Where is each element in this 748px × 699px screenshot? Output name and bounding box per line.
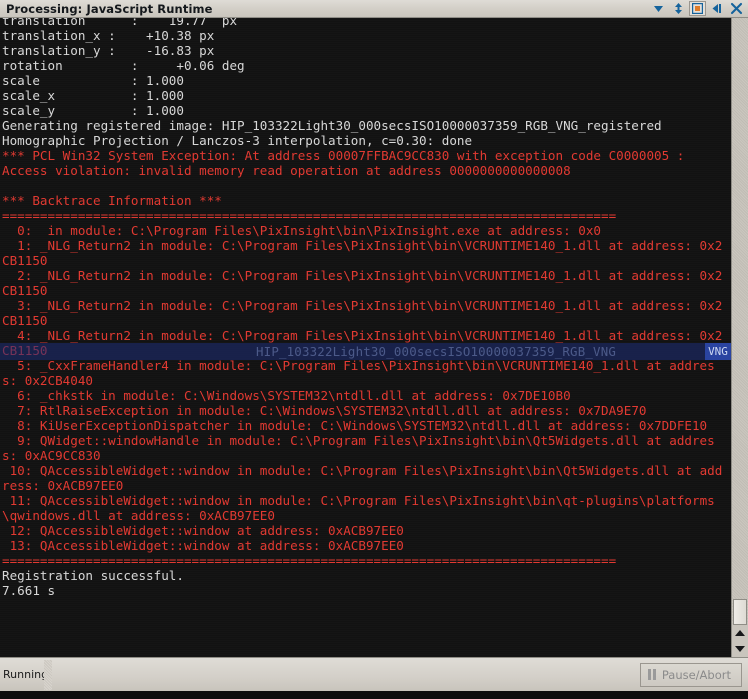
chevron-down-icon[interactable] [649,0,668,17]
pause-icon [647,669,656,680]
console-line: rotation : +0.06 deg [2,58,245,73]
console-line: 9: QWidget::windowHandle in module: C:\P… [2,433,715,463]
resize-vertical-icon[interactable] [669,0,688,17]
status-divider [44,659,52,690]
console-line: 4: _NLG_Return2 in module: C:\Program Fi… [2,328,723,358]
console-line: scale : 1.000 [2,73,184,88]
console-line: scale_y : 1.000 [2,103,184,118]
close-icon[interactable] [727,0,746,17]
console-line: ========================================… [2,553,617,568]
console-output[interactable]: translation : 19.77 px translation_x : +1… [0,18,731,657]
window-bottom-edge [0,691,748,699]
console-line: 7.661 s [2,583,56,598]
console-line: 0: in module: C:\Program Files\PixInsigh… [2,223,601,238]
console-line: 8: KiUserExceptionDispatcher in module: … [2,418,708,433]
dock-left-icon[interactable] [707,0,726,17]
console-scrollbar[interactable] [731,18,748,657]
console-line: 6: _chkstk in module: C:\Windows\SYSTEM3… [2,388,571,403]
console-line: Access violation: invalid memory read op… [2,163,571,178]
console-line: 11: QAccessibleWidget::window in module:… [2,493,715,523]
pause-abort-label: Pause/Abort [661,667,731,682]
console-line: Homographic Projection / Lanczos-3 inter… [2,133,473,148]
titlebar-button-group [649,0,746,18]
javascript-runtime-window: Processing: JavaScript Runtime translati… [0,0,748,699]
console-area: translation : 19.77 px translation_x : +1… [0,18,748,657]
console-line: 12: QAccessibleWidget::window at address… [2,523,404,538]
console-line: *** PCL Win32 System Exception: At addre… [2,148,685,163]
console-line: Generating registered image: HIP_103322L… [2,118,662,133]
scrollbar-track[interactable] [732,18,748,625]
console-line: 13: QAccessibleWidget::window at address… [2,538,404,553]
console-line: scale_x : 1.000 [2,88,184,103]
console-line: Registration successful. [2,568,184,583]
console-line: translation : 19.77 px [2,18,238,28]
console-line: translation_x : +10.38 px [2,28,215,43]
scroll-up-arrow-icon[interactable] [732,625,748,641]
scroll-down-arrow-icon[interactable] [732,641,748,657]
scrollbar-thumb[interactable] [733,599,747,625]
window-titlebar: Processing: JavaScript Runtime [0,0,748,18]
console-line: 3: _NLG_Return2 in module: C:\Program Fi… [2,298,723,328]
status-text: Running [3,668,49,681]
console-line: 2: _NLG_Return2 in module: C:\Program Fi… [2,268,723,298]
console-line: *** Backtrace Information *** [2,193,222,208]
console-line: ========================================… [2,208,617,223]
pause-abort-button[interactable]: Pause/Abort [639,662,742,687]
window-title: Processing: JavaScript Runtime [6,1,213,16]
console-line: translation_y : -16.83 px [2,43,215,58]
console-line: 7: RtlRaiseException in module: C:\Windo… [2,403,647,418]
float-window-icon[interactable] [689,1,706,16]
status-bar: Running Pause/Abort [0,657,748,691]
console-line: 10: QAccessibleWidget::window in module:… [2,463,723,493]
console-lines: translation : 19.77 px translation_x : +1… [0,18,731,598]
console-line: 1: _NLG_Return2 in module: C:\Program Fi… [2,238,723,268]
console-line: 5: _CxxFrameHandler4 in module: C:\Progr… [2,358,715,388]
